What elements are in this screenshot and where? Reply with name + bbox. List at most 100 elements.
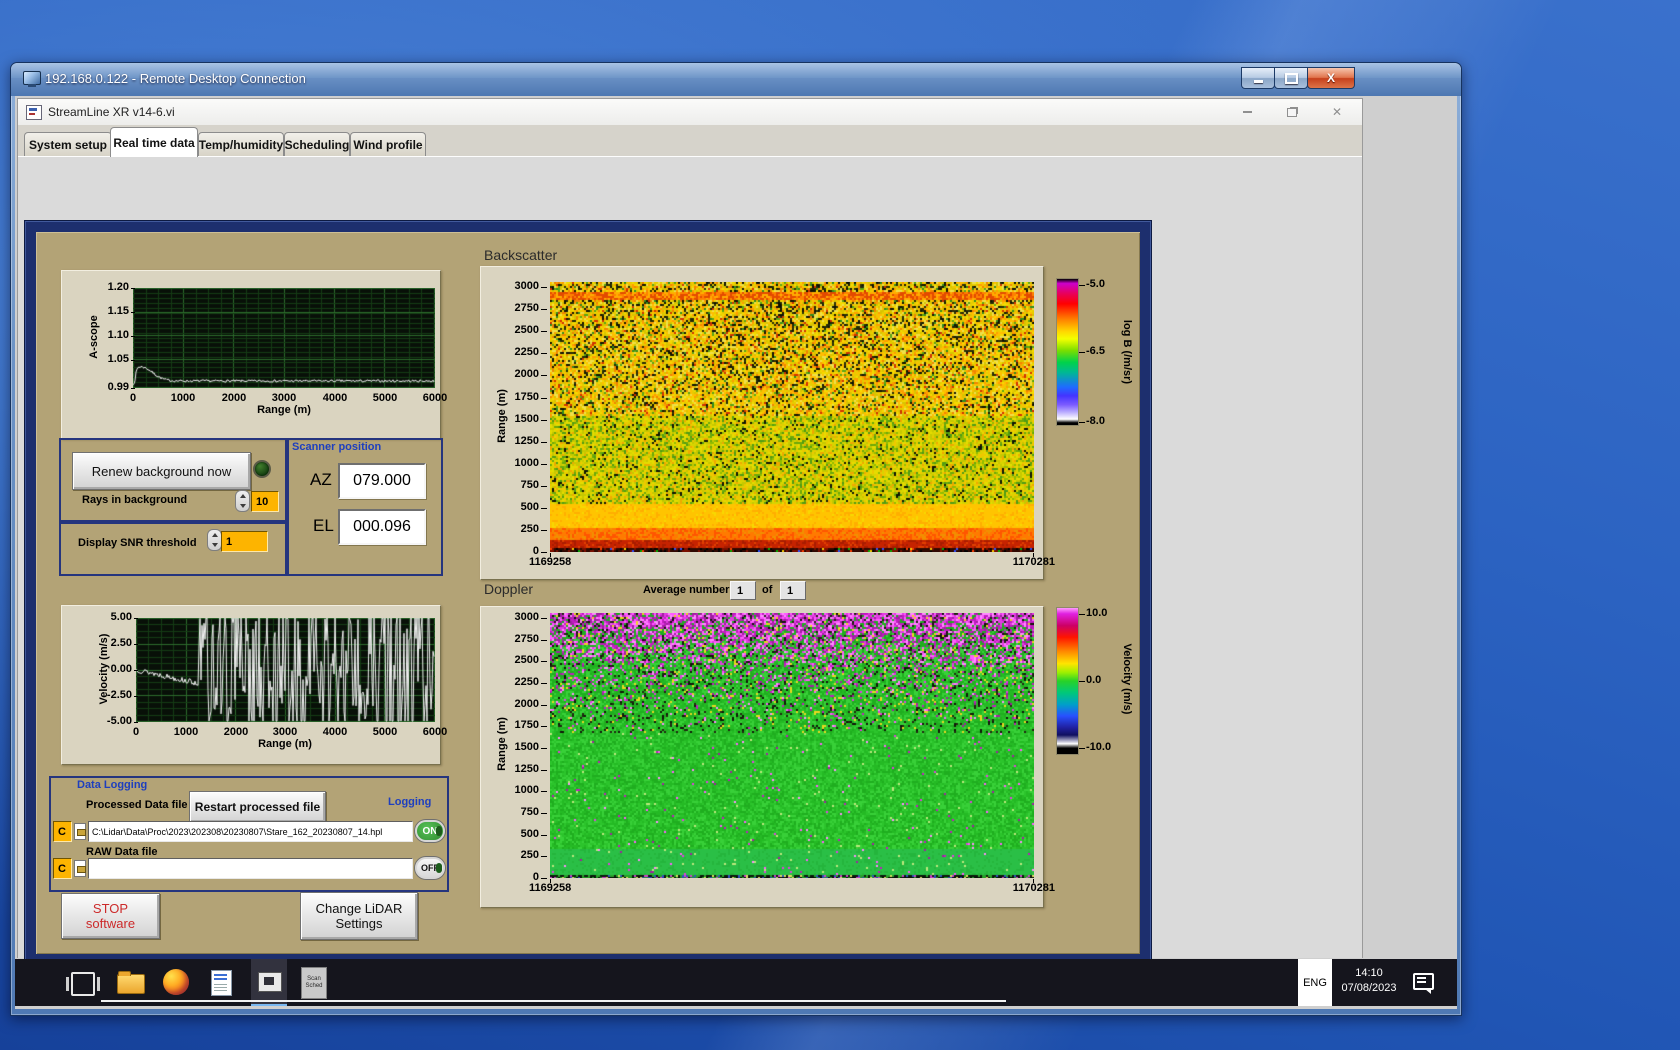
tick-label: -8.0 (1086, 415, 1105, 427)
tick-label (541, 705, 547, 706)
tick-label (131, 360, 135, 361)
minimize-icon (1242, 111, 1252, 113)
processed-browse-icon[interactable] (74, 823, 86, 840)
scanner-position-box (285, 438, 443, 576)
rays-spinner[interactable] (235, 490, 250, 512)
logging-label: Logging (388, 796, 432, 808)
raw-drive-selector[interactable]: C (53, 858, 72, 879)
tab-scheduling[interactable]: Scheduling (284, 132, 350, 156)
change-button-line1: Change LiDAR (315, 901, 403, 916)
tick-label: 250 (520, 849, 539, 861)
rdp-close-button[interactable]: X (1307, 67, 1355, 89)
tick-label: 0 (532, 545, 539, 557)
processed-path-input[interactable]: C:\Lidar\Data\Proc\2023\202308\20230807\… (88, 821, 413, 842)
snr-value-field[interactable]: 1 (221, 531, 268, 552)
maximize-icon (1284, 72, 1298, 84)
stop-button-line2: software (85, 916, 136, 931)
tick-label (1079, 748, 1085, 749)
change-lidar-settings-button[interactable]: Change LiDAR Settings (300, 892, 418, 940)
backscatter-colorbar (1057, 279, 1078, 425)
tick-label: 2250 (514, 346, 539, 358)
velocity-x-axis-label: Range (m) (258, 738, 312, 750)
remote-desktop-icon (23, 71, 41, 87)
tick-label (131, 388, 135, 389)
raw-browse-icon[interactable] (74, 860, 86, 877)
tick-label: 4000 (322, 392, 348, 404)
app-restore-button[interactable] (1277, 103, 1307, 121)
average-number-field[interactable]: 1 (730, 581, 756, 600)
tick-label (1079, 614, 1085, 615)
el-label: EL (313, 516, 334, 535)
tick-label: 1.15 (107, 305, 129, 317)
tick-label: 1.05 (107, 353, 129, 365)
el-value-field[interactable]: 000.096 (338, 509, 426, 545)
renew-background-button[interactable]: Renew background now (72, 452, 251, 490)
scan-scheduler-icon[interactable]: Scan Sched (301, 967, 327, 999)
tick-label: 0 (129, 392, 137, 404)
tab-temp-humidity[interactable]: Temp/humidity (198, 132, 284, 156)
processed-drive-selector[interactable]: C (53, 821, 72, 842)
tab-system-setup[interactable]: System setup (24, 132, 112, 156)
tick-label: 1250 (514, 763, 539, 775)
rays-in-background-label: Rays in background (82, 494, 188, 506)
tick-label (1033, 879, 1034, 883)
tick-label: 2500 (514, 654, 539, 666)
tick-label: 750 (520, 479, 539, 491)
rdp-titlebar[interactable]: 192.168.0.122 - Remote Desktop Connectio… (11, 63, 1461, 96)
tick-label: 5.00 (110, 611, 132, 623)
tick-label (541, 813, 547, 814)
az-label: AZ (310, 470, 332, 489)
snr-spinner[interactable] (207, 529, 222, 551)
tick-label: -10.0 (1086, 741, 1112, 753)
tick-label: 5000 (372, 726, 398, 738)
tick-label (131, 336, 135, 337)
processed-data-file-label: Processed Data file (86, 799, 188, 811)
language-indicator[interactable]: ENG (1298, 959, 1332, 1006)
tick-label: 2000 (221, 392, 247, 404)
backscatter-title: Backscatter (484, 247, 558, 263)
rdp-minimize-button[interactable] (1241, 67, 1275, 89)
tick-label: 1.10 (107, 329, 129, 341)
app-minimize-button[interactable] (1232, 103, 1262, 121)
stop-software-button[interactable]: STOP software (61, 893, 160, 939)
tick-label: 1750 (514, 391, 539, 403)
clock[interactable]: 14:10 07/08/2023 (1333, 966, 1405, 996)
tick-label: 2000 (223, 726, 249, 738)
app-titlebar[interactable]: StreamLine XR v14-6.vi ✕ (18, 99, 1362, 126)
tick-label: 0.0 (1086, 674, 1102, 686)
raw-logging-toggle[interactable]: OFF (415, 857, 445, 879)
tick-label: 0 (132, 726, 140, 738)
taskbar-edge-line (101, 1000, 1006, 1002)
app-close-button[interactable]: ✕ (1322, 103, 1352, 121)
average-total-field[interactable]: 1 (780, 581, 806, 600)
tick-label: 2750 (514, 633, 539, 645)
tick-label (541, 835, 547, 836)
tick-label: 1000 (173, 726, 199, 738)
doppler-colorbar (1057, 608, 1078, 754)
az-value-field[interactable]: 079.000 (338, 463, 426, 499)
tick-label (134, 722, 138, 723)
tick-label (541, 331, 547, 332)
tick-label: 1000 (170, 392, 196, 404)
rdp-maximize-button[interactable] (1274, 67, 1308, 89)
tick-label: 3000 (272, 726, 298, 738)
raw-data-file-label: RAW Data file (86, 846, 158, 858)
tab-wind-profile[interactable]: Wind profile (350, 132, 426, 156)
tick-label (541, 375, 547, 376)
tick-label (541, 309, 547, 310)
raw-path-input[interactable] (88, 858, 413, 879)
tick-label: 1750 (514, 719, 539, 731)
tick-label (541, 287, 547, 288)
tab-real-time-data[interactable]: Real time data (110, 127, 198, 157)
tick-label (550, 879, 551, 883)
tick-label: 3000 (271, 392, 297, 404)
tick-label (541, 791, 547, 792)
restart-processed-file-button[interactable]: Restart processed file (189, 791, 326, 823)
minimize-icon (1253, 80, 1263, 83)
clock-time: 14:10 (1355, 967, 1383, 979)
tick-label: 1250 (514, 435, 539, 447)
processed-logging-toggle[interactable]: ON (415, 820, 445, 842)
active-app-taskbar-button[interactable] (251, 959, 287, 1006)
rays-value-field[interactable]: 10 (251, 491, 279, 512)
clock-date: 07/08/2023 (1341, 982, 1397, 994)
